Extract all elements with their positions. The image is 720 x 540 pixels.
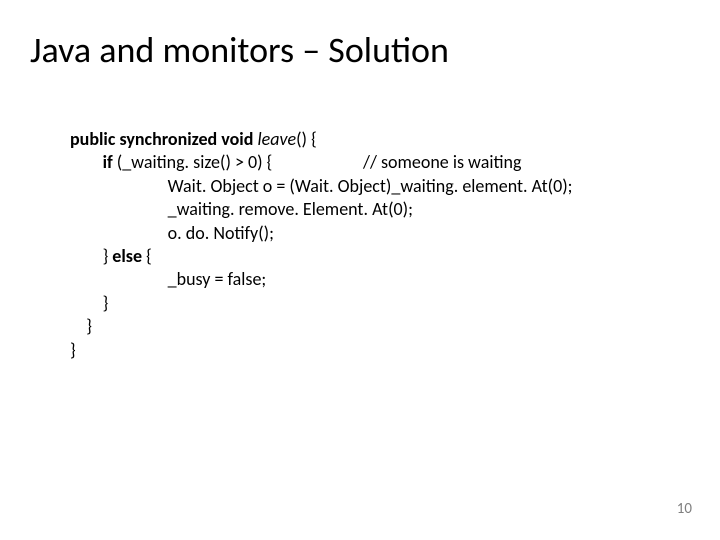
slide: Java and monitors – Solution public sync…	[0, 0, 720, 540]
slide-title: Java and monitors – Solution	[30, 28, 449, 72]
brace-inner: }	[103, 292, 109, 314]
sig-tail: () {	[296, 128, 317, 150]
if-cond: (_waiting. size() > 0) {	[113, 151, 273, 173]
line-notify: o. do. Notify();	[168, 222, 274, 244]
comment: // someone is waiting	[363, 151, 521, 173]
else-open: }	[103, 245, 113, 267]
kw-void: void	[221, 128, 253, 150]
code-block: public synchronized void leave() { if (_…	[70, 128, 660, 362]
line-remove: _waiting. remove. Element. At(0);	[168, 198, 413, 220]
page-number: 10	[677, 500, 692, 518]
kw-else: else	[112, 245, 142, 267]
kw-if: if	[103, 151, 113, 173]
method-name: leave	[257, 128, 296, 150]
kw-synchronized: synchronized	[119, 128, 217, 150]
else-close: {	[142, 245, 152, 267]
line-busy: _busy = false;	[168, 268, 267, 290]
kw-public: public	[70, 128, 115, 150]
line-obj: Wait. Object o = (Wait. Object)_waiting.…	[168, 175, 573, 197]
brace-class: }	[70, 339, 76, 361]
brace-method: }	[86, 315, 92, 337]
